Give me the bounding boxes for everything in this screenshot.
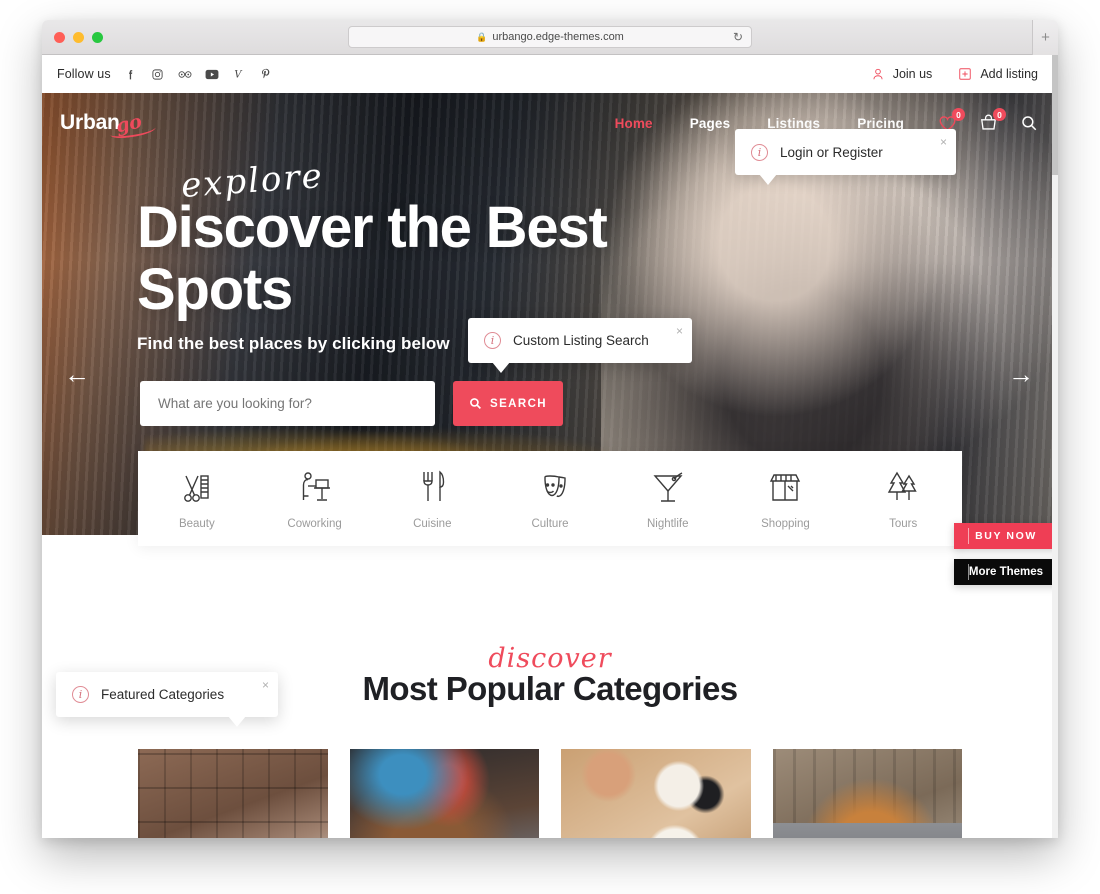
tooltip-tail bbox=[492, 362, 510, 373]
category-shopping[interactable]: Shopping bbox=[727, 467, 845, 530]
add-listing-button[interactable]: Add listing bbox=[958, 67, 1038, 81]
category-label: Beauty bbox=[178, 518, 215, 530]
scissors-comb-icon bbox=[177, 467, 217, 507]
close-icon[interactable]: × bbox=[262, 678, 269, 692]
follow-us-label: Follow us bbox=[57, 67, 111, 81]
tooltip-text: Featured Categories bbox=[101, 687, 225, 702]
facebook-icon[interactable] bbox=[124, 67, 138, 81]
category-label: Shopping bbox=[761, 518, 810, 530]
vimeo-icon[interactable]: V bbox=[232, 67, 246, 81]
search-button-icon bbox=[470, 398, 481, 409]
category-label: Nightlife bbox=[646, 518, 689, 530]
cocktail-icon bbox=[648, 467, 688, 507]
list-item[interactable]: Cuisine bbox=[561, 749, 751, 838]
card-image bbox=[561, 749, 751, 838]
more-themes-button[interactable]: More Themes bbox=[954, 559, 1058, 585]
hero-next-arrow[interactable]: → bbox=[1008, 361, 1034, 387]
pine-trees-icon bbox=[883, 467, 923, 507]
address-bar[interactable]: 🔒 urbango.edge-themes.com ↻ bbox=[348, 26, 752, 48]
page-scrollbar-thumb[interactable] bbox=[1052, 55, 1058, 175]
site-topbar: Follow us V Join us Add listing bbox=[42, 55, 1058, 93]
join-us-button[interactable]: Join us bbox=[871, 67, 933, 81]
category-coworking[interactable]: Coworking bbox=[256, 467, 374, 530]
buy-now-label: BUY NOW bbox=[975, 530, 1037, 542]
page-viewport: Follow us V Join us Add listing Urban go… bbox=[42, 55, 1058, 838]
hero-search-form: SEARCH bbox=[140, 381, 1058, 426]
browser-window: 🔒 urbango.edge-themes.com ↻ + Follow us bbox=[42, 20, 1058, 838]
close-icon[interactable]: × bbox=[940, 135, 947, 149]
hero-title-line2: Spots bbox=[137, 257, 293, 322]
card-image bbox=[138, 749, 328, 838]
tooltip-text: Login or Register bbox=[780, 144, 883, 160]
category-label: Culture bbox=[531, 518, 569, 530]
close-window-button[interactable] bbox=[54, 31, 65, 43]
cart-count-badge: 0 bbox=[993, 108, 1006, 121]
category-label: Coworking bbox=[287, 518, 342, 530]
plus-box-icon bbox=[958, 67, 972, 81]
list-item[interactable]: Local Music bbox=[349, 749, 539, 838]
divider bbox=[968, 564, 969, 580]
youtube-icon[interactable] bbox=[205, 67, 219, 81]
tooltip-featured-categories[interactable]: i Featured Categories × bbox=[56, 672, 278, 727]
card-image bbox=[772, 749, 962, 838]
close-icon[interactable]: × bbox=[676, 324, 683, 338]
fork-knife-icon bbox=[412, 467, 452, 507]
user-icon bbox=[871, 67, 885, 81]
hero-prev-arrow[interactable]: ← bbox=[64, 361, 90, 387]
tripadvisor-icon[interactable] bbox=[178, 67, 192, 81]
pinterest-icon[interactable] bbox=[259, 67, 273, 81]
topbar-actions: Join us Add listing bbox=[871, 67, 1038, 81]
tooltip-text: Custom Listing Search bbox=[513, 333, 649, 348]
cart-icon[interactable]: 0 bbox=[979, 108, 1006, 132]
category-beauty[interactable]: Beauty bbox=[138, 467, 256, 530]
svg-text:V: V bbox=[234, 70, 242, 81]
category-quicklinks: Beauty Coworking Cuisine Culture Nightli… bbox=[138, 451, 962, 546]
follow-us-group: Follow us V bbox=[57, 67, 273, 81]
person-desk-icon bbox=[295, 467, 335, 507]
search-submit-button[interactable]: SEARCH bbox=[453, 381, 563, 426]
site-logo[interactable]: Urban go bbox=[60, 111, 157, 140]
category-label: Tours bbox=[889, 518, 918, 530]
category-cuisine[interactable]: Cuisine bbox=[373, 467, 491, 530]
window-traffic-lights[interactable] bbox=[54, 31, 103, 43]
favorites-count-badge: 0 bbox=[952, 108, 965, 121]
info-icon: i bbox=[484, 332, 501, 349]
browser-titlebar: 🔒 urbango.edge-themes.com ↻ + bbox=[42, 20, 1058, 55]
card-image bbox=[349, 749, 539, 838]
hero-title-line1: Discover the Best bbox=[137, 195, 608, 260]
nav-item-home[interactable]: Home bbox=[615, 116, 653, 131]
category-label: Cuisine bbox=[413, 518, 452, 530]
tooltip-tail bbox=[759, 174, 777, 185]
info-icon: i bbox=[751, 143, 768, 161]
lock-icon: 🔒 bbox=[476, 31, 488, 42]
search-icon[interactable] bbox=[1020, 114, 1038, 132]
list-item[interactable]: Coworking bbox=[772, 749, 962, 838]
more-themes-label: More Themes bbox=[968, 566, 1044, 578]
search-input[interactable] bbox=[140, 381, 435, 426]
category-nightlife[interactable]: Nightlife bbox=[609, 467, 727, 530]
join-us-label: Join us bbox=[892, 67, 933, 81]
divider bbox=[968, 528, 969, 544]
info-icon: i bbox=[72, 686, 89, 703]
category-culture[interactable]: Culture bbox=[491, 467, 609, 530]
reload-icon[interactable]: ↻ bbox=[733, 30, 743, 44]
new-tab-button[interactable]: + bbox=[1032, 20, 1058, 55]
tooltip-custom-listing-search[interactable]: i Custom Listing Search × bbox=[468, 318, 692, 373]
tooltip-tail bbox=[228, 716, 246, 727]
instagram-icon[interactable] bbox=[151, 67, 165, 81]
tooltip-login-or-register[interactable]: i Login or Register × bbox=[735, 129, 956, 185]
category-card-grid: Private Buildings Local Music Cuisine Co… bbox=[42, 708, 1058, 838]
search-button-label: SEARCH bbox=[490, 397, 547, 410]
url-text: urbango.edge-themes.com bbox=[492, 31, 624, 43]
minimize-window-button[interactable] bbox=[73, 31, 84, 43]
maximize-window-button[interactable] bbox=[92, 31, 103, 43]
list-item[interactable]: Private Buildings bbox=[138, 749, 328, 838]
add-listing-label: Add listing bbox=[980, 67, 1038, 81]
nav-item-pages[interactable]: Pages bbox=[690, 116, 731, 131]
storefront-icon bbox=[765, 467, 805, 507]
theater-masks-icon bbox=[530, 467, 570, 507]
buy-now-button[interactable]: BUY NOW bbox=[954, 523, 1058, 549]
category-tours[interactable]: Tours bbox=[844, 467, 962, 530]
